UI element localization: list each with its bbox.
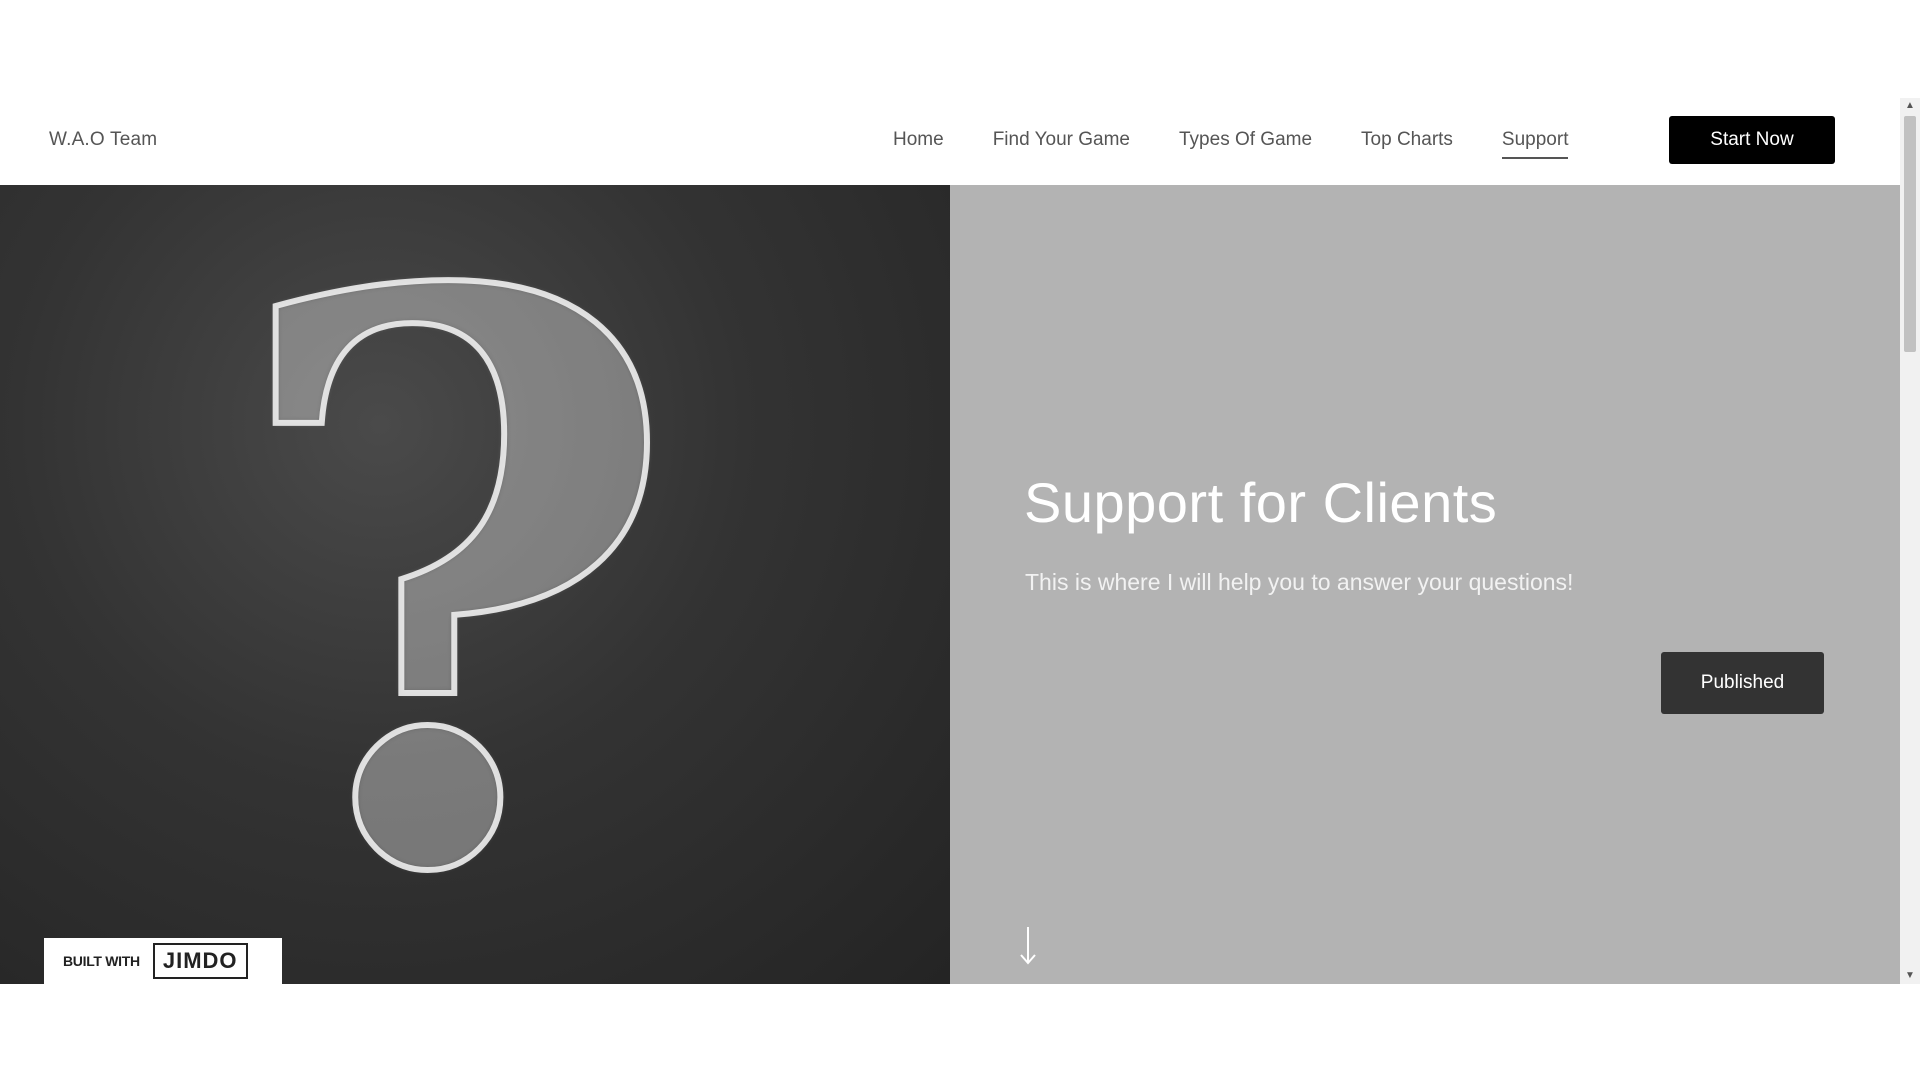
scroll-up-icon[interactable]: ▲: [1900, 98, 1920, 114]
built-with-jimdo-badge[interactable]: BUILT WITH JIMDO: [44, 938, 282, 984]
site-header: W.A.O Team Home Find Your Game Types Of …: [0, 98, 1900, 185]
scroll-thumb[interactable]: [1904, 116, 1916, 352]
nav-item-top-charts[interactable]: Top Charts: [1361, 129, 1453, 159]
browser-viewport: W.A.O Team Home Find Your Game Types Of …: [0, 98, 1920, 984]
start-now-button[interactable]: Start Now: [1669, 116, 1835, 164]
nav-item-types-of-game[interactable]: Types Of Game: [1179, 129, 1312, 159]
jimdo-logo: JIMDO: [152, 943, 248, 979]
nav-item-support[interactable]: Support: [1501, 129, 1569, 159]
page-subtitle: This is where I will help you to answer …: [1025, 569, 1574, 595]
site-brand[interactable]: W.A.O Team: [49, 129, 157, 151]
page-title: Support for Clients: [1024, 471, 1498, 534]
question-mark-image: ?: [222, 185, 685, 984]
nav-item-home[interactable]: Home: [893, 129, 944, 159]
scroll-down-icon[interactable]: ▼: [1900, 968, 1920, 984]
main-nav: Home Find Your Game Types Of Game Top Ch…: [893, 129, 1617, 159]
badge-prefix: BUILT WITH: [63, 953, 140, 969]
arrow-down-icon[interactable]: [1016, 925, 1040, 967]
published-button[interactable]: Published: [1661, 652, 1824, 714]
page-scrollbar[interactable]: ▲ ▼: [1900, 98, 1920, 984]
hero-content-panel: Support for Clients This is where I will…: [950, 185, 1900, 984]
hero-image-chalkboard: ?: [0, 185, 950, 984]
nav-item-find-your-game[interactable]: Find Your Game: [993, 129, 1130, 159]
